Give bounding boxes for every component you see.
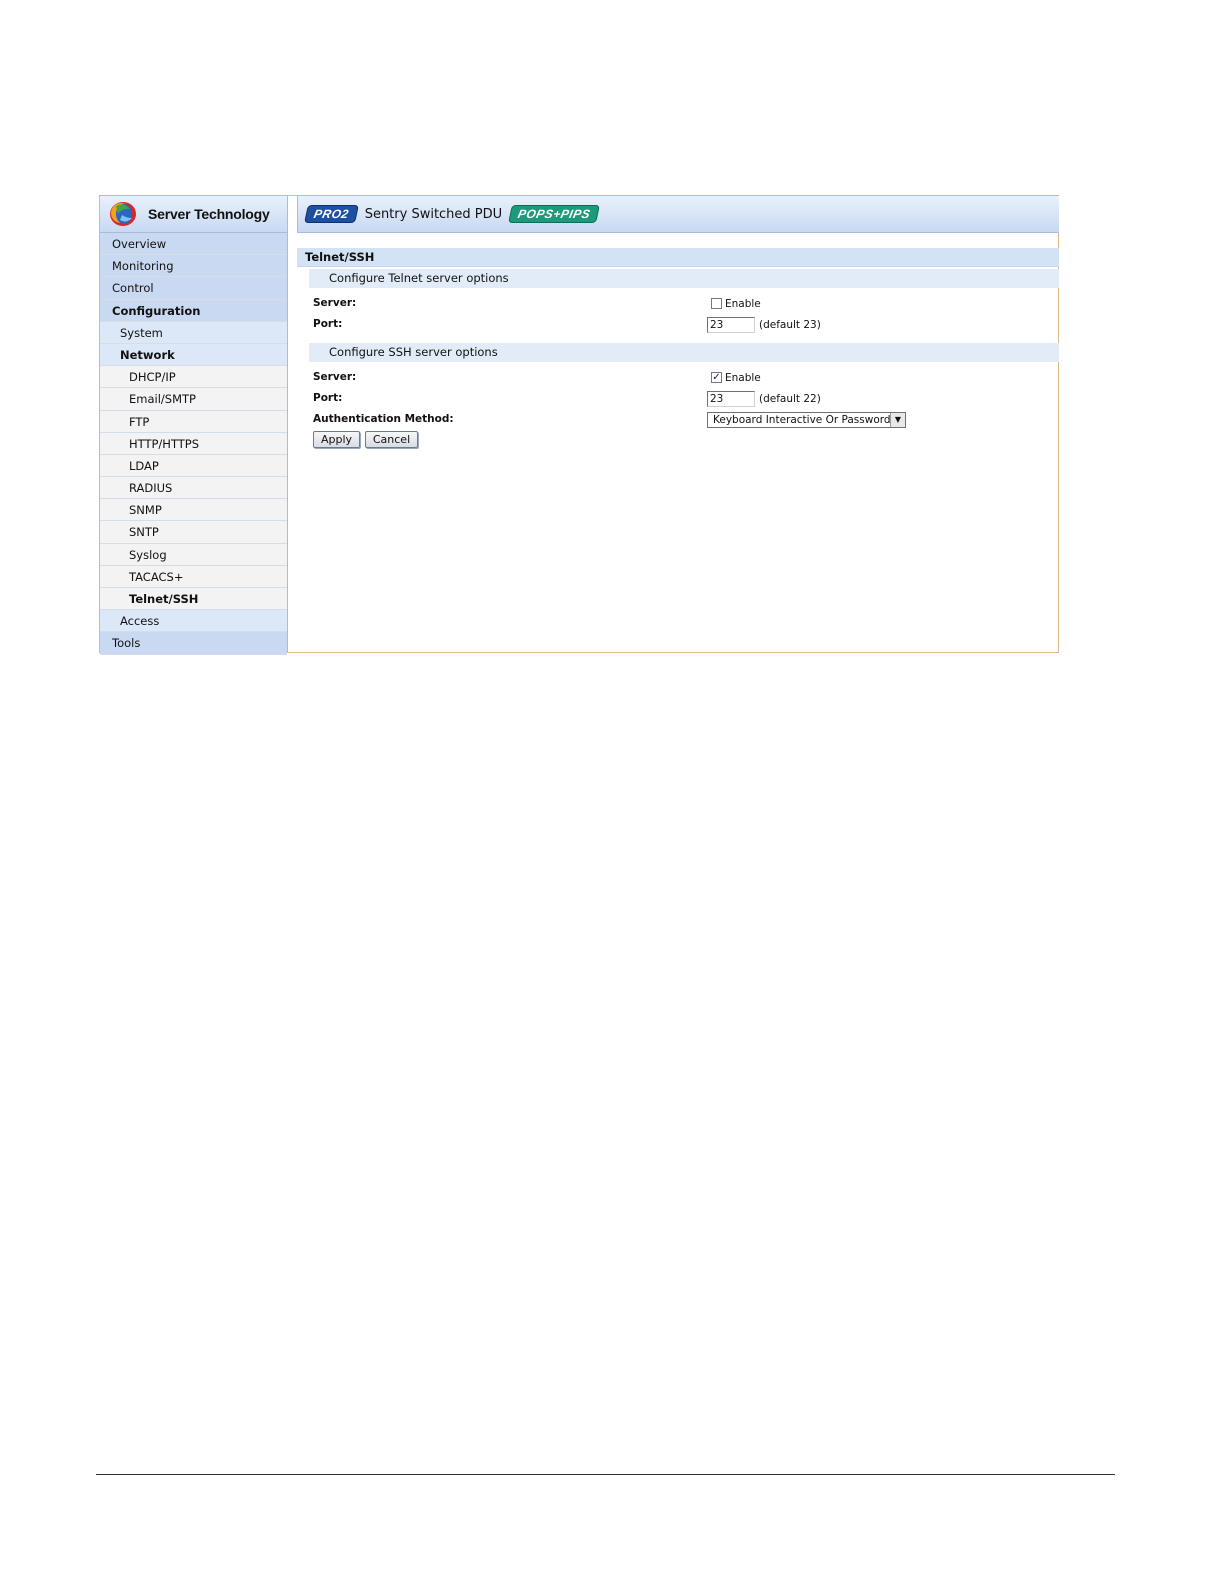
sidebar-item-radius[interactable]: RADIUS <box>100 477 287 500</box>
auth-method-value: Keyboard Interactive Or Password <box>713 413 891 426</box>
ssh-server-label: Server: <box>313 371 357 383</box>
checkmark-icon: ✓ <box>712 371 721 383</box>
globe-logo-icon <box>110 202 136 226</box>
telnet-server-label: Server: <box>313 297 357 309</box>
ssh-enable-checkbox[interactable]: ✓ <box>711 372 722 383</box>
cancel-button[interactable]: Cancel <box>365 431 418 448</box>
sidebar-item-access[interactable]: Access <box>100 610 287 633</box>
sidebar-item-syslog[interactable]: Syslog <box>100 543 287 566</box>
ssh-port-row: Port: 23 (default 22) <box>297 388 1059 409</box>
ssh-port-input[interactable]: 23 <box>707 390 755 407</box>
chevron-down-icon[interactable]: ▼ <box>890 412 905 427</box>
main-content: Telnet/SSH Configure Telnet server optio… <box>297 248 1059 453</box>
telnet-server-row: Server: Enable <box>297 293 1059 314</box>
telnet-section-header: Configure Telnet server options <box>309 269 1059 288</box>
app-window: Server Technology Overview Monitoring Cont… <box>99 195 1059 655</box>
telnet-port-default: (default 23) <box>759 318 821 331</box>
sidebar-item-tacacs[interactable]: TACACS+ <box>100 565 287 588</box>
pops-pips-badge: POPS+PIPS <box>508 205 601 223</box>
ssh-port-default: (default 22) <box>759 392 821 405</box>
ssh-enable-label: Enable <box>725 371 761 384</box>
product-header: PRO2 Sentry Switched PDU POPS+PIPS <box>297 196 1059 233</box>
sidebar-nav: Overview Monitoring Control Configuration Sy… <box>100 233 287 655</box>
pro2-badge: PRO2 <box>304 205 359 223</box>
sidebar-item-monitoring[interactable]: Monitoring <box>100 255 287 278</box>
telnet-enable-checkbox[interactable] <box>711 298 722 309</box>
sidebar-item-http-https[interactable]: HTTP/HTTPS <box>100 432 287 455</box>
brand-header: Server Technology <box>100 196 287 233</box>
auth-method-select[interactable]: Keyboard Interactive Or Password ▼ <box>707 411 906 428</box>
sidebar-item-sntp[interactable]: SNTP <box>100 521 287 544</box>
ssh-auth-row: Authentication Method: Keyboard Interact… <box>297 409 1059 430</box>
sidebar-item-overview[interactable]: Overview <box>100 233 287 256</box>
sidebar-item-network[interactable]: Network <box>100 343 287 367</box>
telnet-enable-label: Enable <box>725 297 761 310</box>
sidebar-item-ldap[interactable]: LDAP <box>100 454 287 478</box>
page-title: Telnet/SSH <box>297 248 1059 267</box>
product-name: Sentry Switched PDU <box>364 206 503 222</box>
form-buttons: Apply Cancel <box>297 431 1059 453</box>
ssh-port-label: Port: <box>313 392 343 404</box>
sidebar: Server Technology Overview Monitoring Cont… <box>100 196 288 655</box>
sidebar-item-tools[interactable]: Tools <box>100 632 287 655</box>
sidebar-item-control[interactable]: Control <box>100 277 287 300</box>
sidebar-item-ftp[interactable]: FTP <box>100 410 287 433</box>
telnet-port-row: Port: 23 (default 23) <box>297 314 1059 335</box>
telnet-port-input[interactable]: 23 <box>707 316 755 333</box>
sidebar-item-system[interactable]: System <box>100 321 287 344</box>
brand-name: Server Technology <box>148 206 270 222</box>
sidebar-item-dhcp-ip[interactable]: DHCP/IP <box>100 366 287 389</box>
sidebar-item-snmp[interactable]: SNMP <box>100 499 287 522</box>
ssh-auth-label: Authentication Method: <box>313 413 454 425</box>
page-footer-rule <box>96 1474 1115 1475</box>
ssh-section-header: Configure SSH server options <box>309 343 1059 362</box>
ssh-server-row: Server: ✓ Enable <box>297 367 1059 388</box>
telnet-port-label: Port: <box>313 318 343 330</box>
sidebar-item-configuration[interactable]: Configuration <box>100 299 287 322</box>
sidebar-item-email-smtp[interactable]: Email/SMTP <box>100 388 287 411</box>
apply-button[interactable]: Apply <box>313 431 360 448</box>
sidebar-item-telnet-ssh[interactable]: Telnet/SSH <box>100 588 287 611</box>
